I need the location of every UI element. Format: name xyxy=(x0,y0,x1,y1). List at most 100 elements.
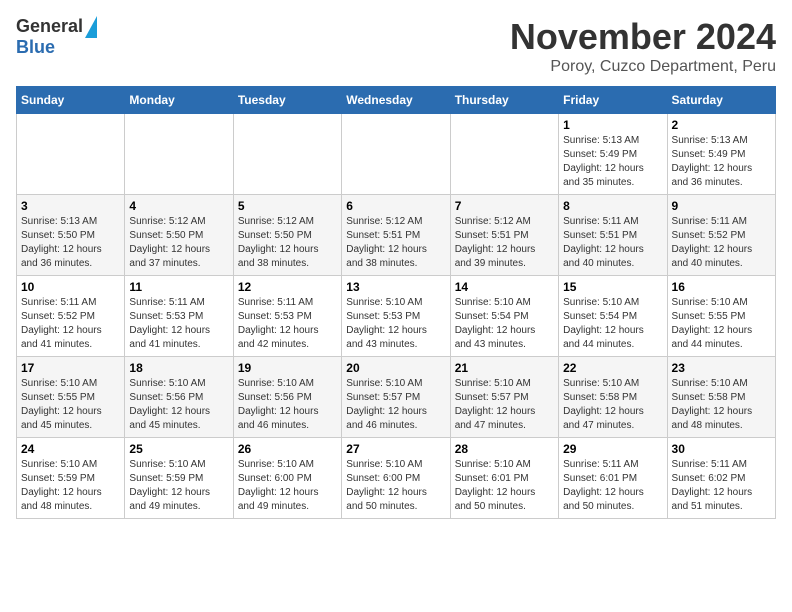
logo-blue: Blue xyxy=(16,38,55,58)
day-info: Sunrise: 5:10 AM Sunset: 5:55 PM Dayligh… xyxy=(672,296,771,352)
day-number: 30 xyxy=(672,442,771,456)
day-info: Sunrise: 5:12 AM Sunset: 5:51 PM Dayligh… xyxy=(346,215,445,271)
calendar-day-header: Wednesday xyxy=(342,87,450,114)
day-number: 14 xyxy=(455,280,554,294)
day-info: Sunrise: 5:10 AM Sunset: 5:55 PM Dayligh… xyxy=(21,377,120,433)
day-info: Sunrise: 5:11 AM Sunset: 5:53 PM Dayligh… xyxy=(129,296,228,352)
title-area: November 2024 Poroy, Cuzco Department, P… xyxy=(510,16,776,76)
calendar-cell: 23Sunrise: 5:10 AM Sunset: 5:58 PM Dayli… xyxy=(667,357,775,438)
calendar-week-row: 3 Sunrise: 5:13 AM Sunset: 5:50 PM Daylig… xyxy=(17,195,776,276)
day-number: 15 xyxy=(563,280,662,294)
calendar-day-header: Monday xyxy=(125,87,233,114)
calendar-cell xyxy=(17,114,125,195)
day-number: 6 xyxy=(346,199,445,213)
day-number: 29 xyxy=(563,442,662,456)
day-number: 24 xyxy=(21,442,120,456)
day-number: 1 xyxy=(563,118,662,132)
calendar-cell: 15 Sunrise: 5:10 AM Sunset: 5:54 PM Dayli… xyxy=(559,276,667,357)
day-number: 9 xyxy=(672,199,771,213)
calendar-cell: 14Sunrise: 5:10 AM Sunset: 5:54 PM Dayli… xyxy=(450,276,558,357)
day-number: 11 xyxy=(129,280,228,294)
calendar-cell: 29 Sunrise: 5:11 AM Sunset: 6:01 PM Dayli… xyxy=(559,438,667,519)
calendar-cell: 2Sunrise: 5:13 AM Sunset: 5:49 PM Daylig… xyxy=(667,114,775,195)
calendar-cell: 24 Sunrise: 5:10 AM Sunset: 5:59 PM Dayli… xyxy=(17,438,125,519)
calendar-table: SundayMondayTuesdayWednesdayThursdayFrid… xyxy=(16,86,776,519)
calendar-cell: 5 Sunrise: 5:12 AM Sunset: 5:50 PM Daylig… xyxy=(233,195,341,276)
calendar-cell: 26 Sunrise: 5:10 AM Sunset: 6:00 PM Dayli… xyxy=(233,438,341,519)
calendar-week-row: 1 Sunrise: 5:13 AM Sunset: 5:49 PM Daylig… xyxy=(17,114,776,195)
calendar-cell: 25 Sunrise: 5:10 AM Sunset: 5:59 PM Dayli… xyxy=(125,438,233,519)
page-header: General Blue November 2024 Poroy, Cuzco … xyxy=(16,16,776,76)
day-number: 13 xyxy=(346,280,445,294)
calendar-cell: 22 Sunrise: 5:10 AM Sunset: 5:58 PM Dayli… xyxy=(559,357,667,438)
calendar-cell: 20 Sunrise: 5:10 AM Sunset: 5:57 PM Dayli… xyxy=(342,357,450,438)
day-number: 18 xyxy=(129,361,228,375)
day-info: Sunrise: 5:13 AM Sunset: 5:49 PM Dayligh… xyxy=(563,134,662,190)
calendar-day-header: Thursday xyxy=(450,87,558,114)
calendar-cell: 1 Sunrise: 5:13 AM Sunset: 5:49 PM Daylig… xyxy=(559,114,667,195)
logo-general: General xyxy=(16,17,83,37)
day-info: Sunrise: 5:10 AM Sunset: 5:54 PM Dayligh… xyxy=(563,296,662,352)
calendar-day-header: Friday xyxy=(559,87,667,114)
day-info: Sunrise: 5:12 AM Sunset: 5:50 PM Dayligh… xyxy=(129,215,228,271)
calendar-cell xyxy=(125,114,233,195)
day-number: 25 xyxy=(129,442,228,456)
day-number: 26 xyxy=(238,442,337,456)
calendar-cell: 3 Sunrise: 5:13 AM Sunset: 5:50 PM Daylig… xyxy=(17,195,125,276)
calendar-week-row: 10Sunrise: 5:11 AM Sunset: 5:52 PM Dayli… xyxy=(17,276,776,357)
calendar-cell: 19 Sunrise: 5:10 AM Sunset: 5:56 PM Dayli… xyxy=(233,357,341,438)
day-number: 7 xyxy=(455,199,554,213)
day-number: 5 xyxy=(238,199,337,213)
day-number: 8 xyxy=(563,199,662,213)
day-info: Sunrise: 5:10 AM Sunset: 5:58 PM Dayligh… xyxy=(672,377,771,433)
day-info: Sunrise: 5:11 AM Sunset: 5:53 PM Dayligh… xyxy=(238,296,337,352)
calendar-cell: 28Sunrise: 5:10 AM Sunset: 6:01 PM Dayli… xyxy=(450,438,558,519)
day-info: Sunrise: 5:11 AM Sunset: 5:51 PM Dayligh… xyxy=(563,215,662,271)
calendar-cell: 7Sunrise: 5:12 AM Sunset: 5:51 PM Daylig… xyxy=(450,195,558,276)
day-number: 4 xyxy=(129,199,228,213)
calendar-cell: 8 Sunrise: 5:11 AM Sunset: 5:51 PM Daylig… xyxy=(559,195,667,276)
day-info: Sunrise: 5:10 AM Sunset: 5:53 PM Dayligh… xyxy=(346,296,445,352)
calendar-cell: 12 Sunrise: 5:11 AM Sunset: 5:53 PM Dayli… xyxy=(233,276,341,357)
calendar-cell: 13 Sunrise: 5:10 AM Sunset: 5:53 PM Dayli… xyxy=(342,276,450,357)
day-info: Sunrise: 5:13 AM Sunset: 5:50 PM Dayligh… xyxy=(21,215,120,271)
calendar-cell xyxy=(450,114,558,195)
calendar-cell: 4 Sunrise: 5:12 AM Sunset: 5:50 PM Daylig… xyxy=(125,195,233,276)
location: Poroy, Cuzco Department, Peru xyxy=(510,58,776,76)
day-number: 20 xyxy=(346,361,445,375)
calendar-day-header: Tuesday xyxy=(233,87,341,114)
calendar-week-row: 17 Sunrise: 5:10 AM Sunset: 5:55 PM Dayli… xyxy=(17,357,776,438)
day-info: Sunrise: 5:10 AM Sunset: 5:57 PM Dayligh… xyxy=(346,377,445,433)
logo-triangle-icon xyxy=(85,16,97,38)
day-number: 22 xyxy=(563,361,662,375)
day-info: Sunrise: 5:10 AM Sunset: 5:56 PM Dayligh… xyxy=(129,377,228,433)
day-number: 3 xyxy=(21,199,120,213)
day-info: Sunrise: 5:10 AM Sunset: 5:58 PM Dayligh… xyxy=(563,377,662,433)
calendar-cell: 16 Sunrise: 5:10 AM Sunset: 5:55 PM Dayli… xyxy=(667,276,775,357)
day-info: Sunrise: 5:10 AM Sunset: 5:57 PM Dayligh… xyxy=(455,377,554,433)
day-info: Sunrise: 5:10 AM Sunset: 6:00 PM Dayligh… xyxy=(238,458,337,514)
day-number: 12 xyxy=(238,280,337,294)
day-info: Sunrise: 5:11 AM Sunset: 5:52 PM Dayligh… xyxy=(21,296,120,352)
calendar-cell: 30 Sunrise: 5:11 AM Sunset: 6:02 PM Dayli… xyxy=(667,438,775,519)
calendar-cell: 27 Sunrise: 5:10 AM Sunset: 6:00 PM Dayli… xyxy=(342,438,450,519)
day-info: Sunrise: 5:11 AM Sunset: 6:01 PM Dayligh… xyxy=(563,458,662,514)
day-number: 17 xyxy=(21,361,120,375)
day-info: Sunrise: 5:10 AM Sunset: 6:01 PM Dayligh… xyxy=(455,458,554,514)
calendar-cell: 18 Sunrise: 5:10 AM Sunset: 5:56 PM Dayli… xyxy=(125,357,233,438)
calendar-cell: 9 Sunrise: 5:11 AM Sunset: 5:52 PM Daylig… xyxy=(667,195,775,276)
day-info: Sunrise: 5:10 AM Sunset: 6:00 PM Dayligh… xyxy=(346,458,445,514)
calendar-cell xyxy=(233,114,341,195)
day-number: 27 xyxy=(346,442,445,456)
day-info: Sunrise: 5:10 AM Sunset: 5:56 PM Dayligh… xyxy=(238,377,337,433)
day-info: Sunrise: 5:10 AM Sunset: 5:59 PM Dayligh… xyxy=(129,458,228,514)
day-info: Sunrise: 5:10 AM Sunset: 5:59 PM Dayligh… xyxy=(21,458,120,514)
day-number: 19 xyxy=(238,361,337,375)
day-number: 21 xyxy=(455,361,554,375)
calendar-day-header: Saturday xyxy=(667,87,775,114)
day-number: 2 xyxy=(672,118,771,132)
day-info: Sunrise: 5:11 AM Sunset: 5:52 PM Dayligh… xyxy=(672,215,771,271)
day-info: Sunrise: 5:12 AM Sunset: 5:50 PM Dayligh… xyxy=(238,215,337,271)
day-number: 16 xyxy=(672,280,771,294)
day-info: Sunrise: 5:11 AM Sunset: 6:02 PM Dayligh… xyxy=(672,458,771,514)
